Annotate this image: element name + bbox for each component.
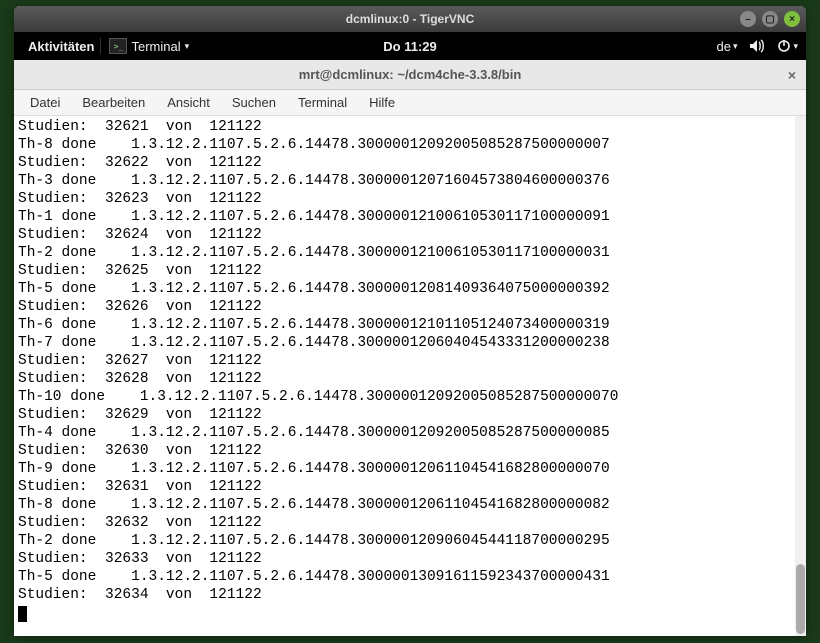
- terminal-title: mrt@dcmlinux: ~/dcm4che-3.3.8/bin: [299, 67, 522, 82]
- minimize-icon[interactable]: –: [740, 11, 756, 27]
- keyboard-layout-label: de: [716, 39, 730, 54]
- keyboard-layout[interactable]: de ▾: [716, 39, 737, 54]
- activities-button[interactable]: Aktivitäten: [22, 39, 100, 54]
- maximize-icon[interactable]: ▢: [762, 11, 778, 27]
- vnc-title: dcmlinux:0 - TigerVNC: [14, 12, 806, 26]
- power-icon[interactable]: ▾: [777, 39, 798, 53]
- cursor: [18, 606, 27, 622]
- close-icon[interactable]: ×: [788, 67, 796, 83]
- terminal-window: mrt@dcmlinux: ~/dcm4che-3.3.8/bin × Date…: [14, 60, 806, 636]
- vnc-titlebar[interactable]: dcmlinux:0 - TigerVNC – ▢ ×: [14, 6, 806, 32]
- app-menu-label: Terminal: [131, 39, 180, 54]
- vnc-window: dcmlinux:0 - TigerVNC – ▢ × Aktivitäten …: [14, 6, 806, 636]
- gnome-right: de ▾ ▾: [716, 39, 798, 54]
- scrollbar[interactable]: [795, 116, 806, 636]
- menu-file[interactable]: Datei: [20, 93, 70, 112]
- menu-help[interactable]: Hilfe: [359, 93, 405, 112]
- terminal-menubar: Datei Bearbeiten Ansicht Suchen Terminal…: [14, 90, 806, 116]
- clock[interactable]: Do 11:29: [383, 39, 436, 54]
- menu-edit[interactable]: Bearbeiten: [72, 93, 155, 112]
- menu-view[interactable]: Ansicht: [157, 93, 220, 112]
- terminal-icon: >_: [109, 38, 127, 54]
- menu-search[interactable]: Suchen: [222, 93, 286, 112]
- menu-terminal[interactable]: Terminal: [288, 93, 357, 112]
- chevron-down-icon: ▾: [733, 41, 738, 52]
- chevron-down-icon: ▾: [185, 41, 190, 52]
- close-icon[interactable]: ×: [784, 11, 800, 27]
- terminal-output[interactable]: Studien: 32621 von 121122 Th-8 done 1.3.…: [14, 116, 806, 636]
- terminal-titlebar[interactable]: mrt@dcmlinux: ~/dcm4che-3.3.8/bin ×: [14, 60, 806, 90]
- chevron-down-icon: ▾: [793, 41, 798, 52]
- vnc-window-controls: – ▢ ×: [740, 11, 800, 27]
- app-menu[interactable]: >_ Terminal ▾: [100, 38, 197, 54]
- volume-icon[interactable]: [749, 39, 765, 53]
- gnome-left: Aktivitäten >_ Terminal ▾: [22, 38, 197, 54]
- scrollbar-thumb[interactable]: [796, 564, 805, 634]
- gnome-top-bar: Aktivitäten >_ Terminal ▾ Do 11:29 de ▾ …: [14, 32, 806, 60]
